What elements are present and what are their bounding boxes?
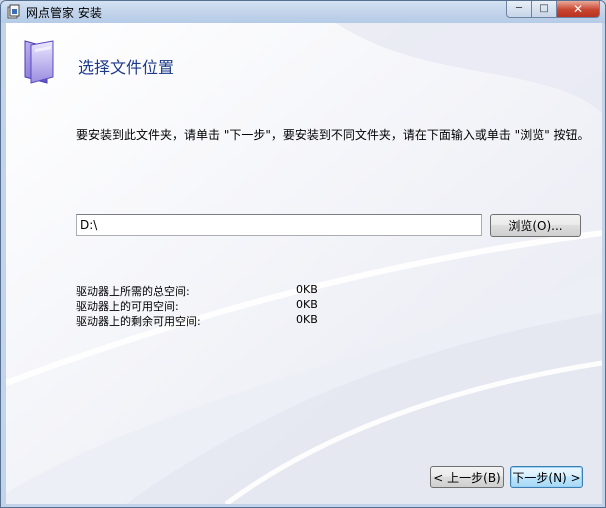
- minimize-icon: ─: [515, 3, 523, 14]
- folder-icon: [24, 40, 54, 84]
- maximize-icon: □: [539, 3, 549, 14]
- install-path-input[interactable]: [76, 214, 482, 236]
- page-title: 选择文件位置: [78, 58, 175, 77]
- window-title: 网点管家 安装: [26, 6, 102, 20]
- back-button[interactable]: < 上一步(B): [430, 466, 504, 488]
- available-space-row: 驱动器上的可用空间: 0KB: [76, 298, 476, 313]
- close-icon: ✕: [572, 2, 584, 16]
- background-swoosh: [6, 23, 602, 504]
- installer-window: 网点管家 安装 ─ □ ✕ Advanced Installer 选择文件位置 …: [0, 0, 606, 508]
- installer-app-icon: [7, 4, 20, 19]
- maximize-button[interactable]: □: [532, 1, 557, 18]
- caption-buttons: ─ □ ✕: [506, 1, 600, 19]
- instruction-text: 要安装到此文件夹，请单击 "下一步"，要安装到不同文件夹，请在下面输入或单击 "…: [76, 128, 590, 142]
- required-space-value: 0KB: [296, 283, 318, 296]
- available-space-label: 驱动器上的可用空间:: [76, 300, 179, 313]
- wizard-content: Advanced Installer 选择文件位置 要安装到此文件夹，请单击 "…: [6, 23, 602, 504]
- remaining-space-label: 驱动器上的剩余可用空间:: [76, 315, 201, 328]
- available-space-value: 0KB: [296, 298, 318, 311]
- browse-button[interactable]: 浏览(O)...: [490, 214, 581, 237]
- remaining-space-value: 0KB: [296, 313, 318, 326]
- close-button[interactable]: ✕: [557, 1, 600, 18]
- required-space-row: 驱动器上所需的总空间: 0KB: [76, 283, 476, 298]
- watermark-text: Advanced Installer: [505, 28, 597, 40]
- next-button[interactable]: 下一步(N) >: [510, 466, 583, 488]
- remaining-space-row: 驱动器上的剩余可用空间: 0KB: [76, 313, 476, 328]
- minimize-button[interactable]: ─: [506, 1, 532, 18]
- title-bar[interactable]: 网点管家 安装 ─ □ ✕: [1, 1, 605, 23]
- required-space-label: 驱动器上所需的总空间:: [76, 285, 190, 298]
